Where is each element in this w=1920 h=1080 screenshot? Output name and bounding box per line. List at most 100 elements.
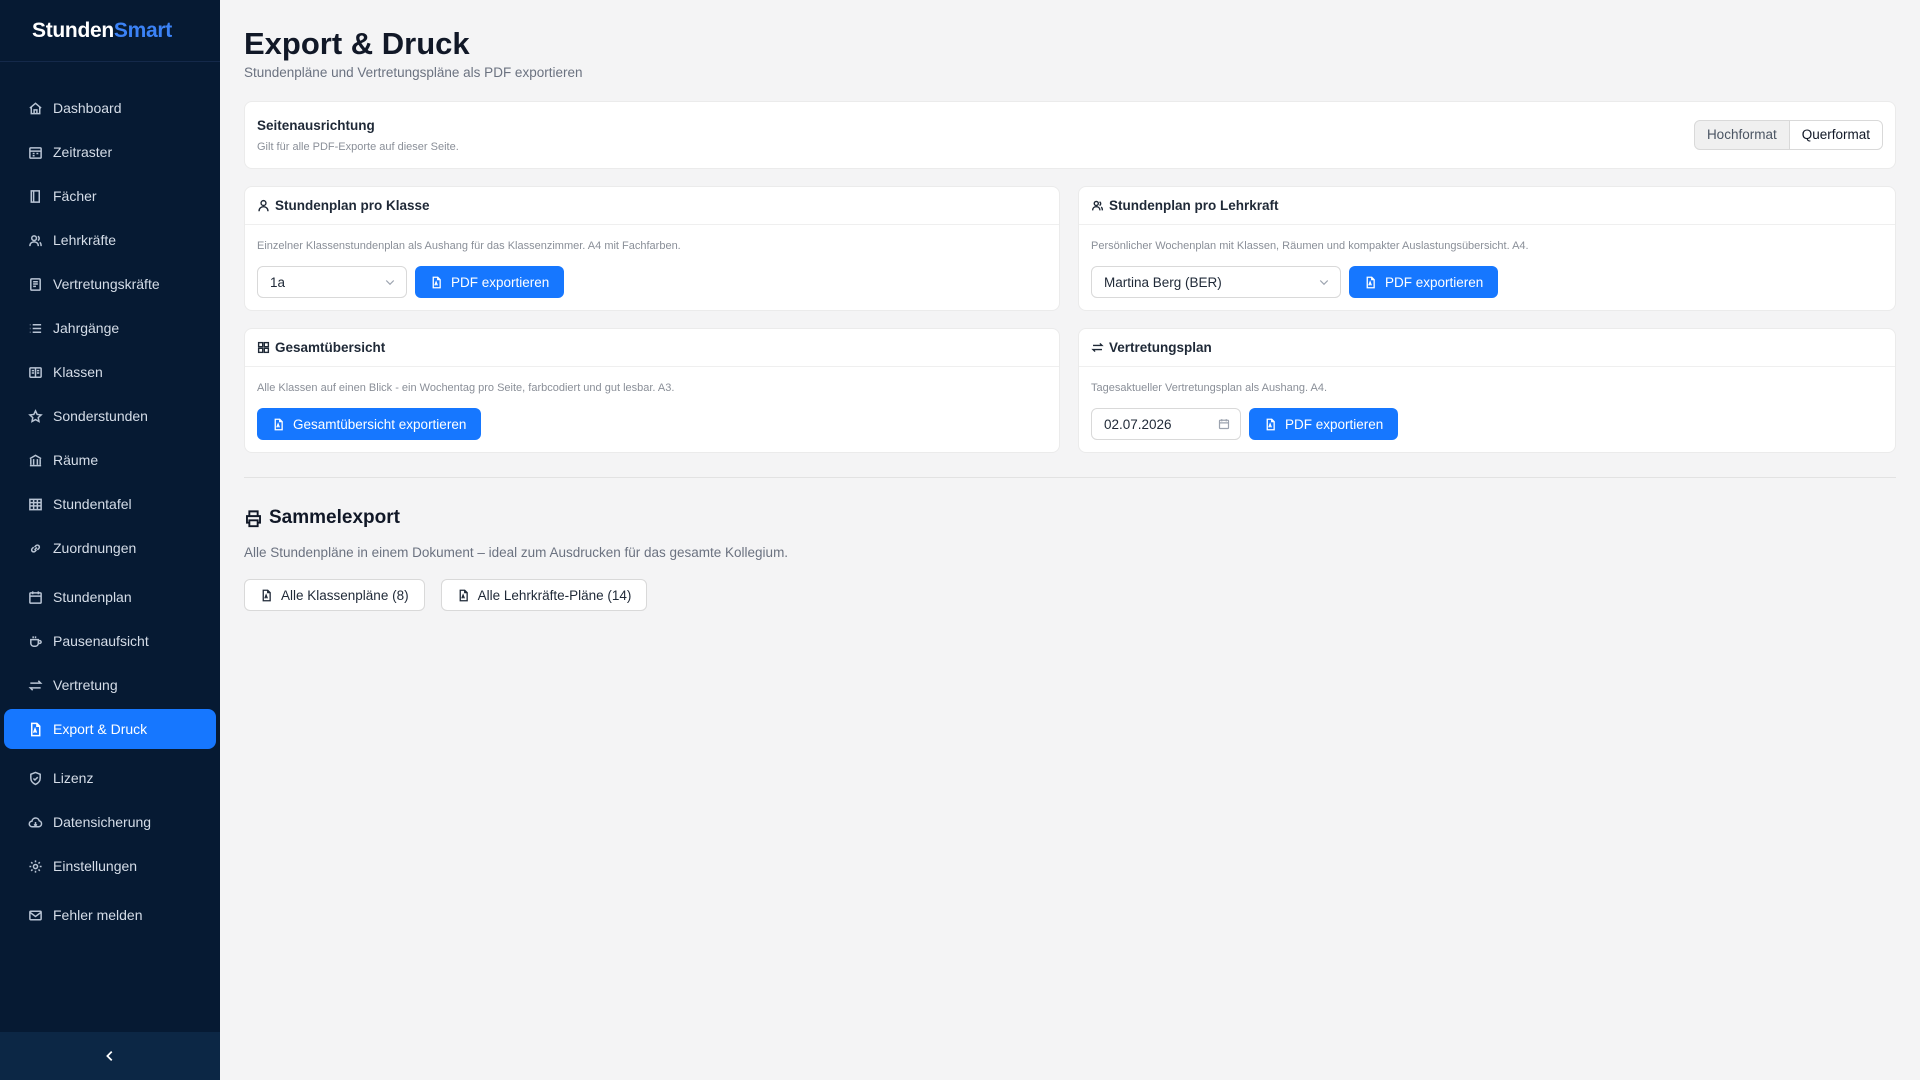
sidebar-item-label: Datensicherung — [53, 814, 152, 830]
sidebar-item-label: Sonderstunden — [53, 408, 148, 424]
card-title: Gesamtübersicht — [275, 340, 386, 355]
button-label: Alle Lehrkräfte-Pläne (14) — [477, 587, 632, 603]
button-label: PDF exportieren — [1385, 274, 1484, 290]
card-controls: Martina Berg (BER) PDF exportieren — [1091, 266, 1499, 298]
sidebar-item-einstellungen[interactable]: Einstellungen — [4, 846, 216, 886]
brand-name-part2: Smart — [113, 18, 172, 42]
sidebar-item-fehler-melden[interactable]: Fehler melden — [4, 895, 216, 935]
calendar-grid-icon — [29, 146, 42, 159]
swap-icon — [1091, 342, 1104, 353]
sidebar-item-vertretungskraefte[interactable]: Vertretungskräfte — [4, 264, 216, 304]
sidebar-item-stundentafel[interactable]: Stundentafel — [4, 484, 216, 524]
id-card-icon — [30, 277, 41, 291]
sidebar-item-sonderstunden[interactable]: Sonderstunden — [4, 396, 216, 436]
sidebar-collapse-button[interactable] — [0, 1032, 220, 1080]
sidebar-item-vertretung[interactable]: Vertretung — [4, 665, 216, 705]
orientation-description: Gilt für alle PDF-Exporte auf dieser Sei… — [257, 141, 459, 153]
export-all-class-plans-button[interactable]: Alle Klassenpläne (8) — [244, 579, 425, 611]
export-all-teacher-plans-button[interactable]: Alle Lehrkräfte-Pläne (14) — [440, 579, 648, 611]
sidebar-item-export-druck[interactable]: Export & Druck — [4, 709, 216, 749]
teacher-pdf-export-button[interactable]: PDF exportieren — [1349, 266, 1499, 298]
sidebar-item-lizenz[interactable]: Lizenz — [4, 758, 216, 798]
users-icon — [1091, 200, 1104, 211]
chevron-down-icon — [385, 280, 395, 286]
page-subtitle: Stundenpläne und Vertretungspläne als PD… — [244, 65, 583, 80]
sidebar-item-faecher[interactable]: Fächer — [4, 176, 216, 216]
table-icon — [29, 498, 42, 510]
grid-icon — [257, 341, 270, 354]
sidebar-item-label: Export & Druck — [53, 721, 148, 737]
card-header: Vertretungsplan — [1079, 329, 1895, 367]
sidebar-item-datensicherung[interactable]: Datensicherung — [4, 802, 216, 842]
calendar-icon — [29, 590, 42, 604]
sidebar-item-label: Zuordnungen — [53, 540, 137, 556]
button-label: Alle Klassenpläne (8) — [281, 587, 409, 603]
class-select-value: 1a — [270, 274, 286, 290]
sidebar-item-label: Lehrkräfte — [53, 232, 117, 248]
page-title: Export & Druck — [244, 26, 470, 61]
cloud-icon — [28, 816, 43, 827]
card-title: Vertretungsplan — [1109, 340, 1212, 355]
sidebar-item-klassen[interactable]: Klassen — [4, 352, 216, 392]
card-description: Tagesaktueller Vertretungsplan als Ausha… — [1091, 382, 1328, 394]
app-logo[interactable]: Stunden Smart — [0, 0, 220, 62]
card-description: Persönlicher Wochenplan mit Klassen, Räu… — [1091, 240, 1529, 252]
card-description: Einzelner Klassenstundenplan als Aushang… — [257, 240, 681, 252]
sidebar: Stunden Smart Dashboard Zeitraster Fächer… — [0, 0, 220, 1080]
chevron-down-icon — [1319, 280, 1329, 286]
sidebar-item-jahrgaenge[interactable]: Jahrgänge — [4, 308, 216, 348]
date-picker[interactable]: 02.07.2026 — [1091, 408, 1241, 440]
mail-icon — [29, 910, 42, 920]
substitution-pdf-export-button[interactable]: PDF exportieren — [1249, 408, 1399, 440]
sidebar-item-raeume[interactable]: Räume — [4, 440, 216, 480]
class-pdf-export-button[interactable]: PDF exportieren — [415, 266, 565, 298]
calendar-icon — [1218, 419, 1230, 430]
card-description: Alle Klassen auf einen Blick - ein Woche… — [257, 382, 675, 394]
sidebar-item-label: Vertretungskräfte — [53, 276, 160, 292]
orientation-option-hochformat[interactable]: Hochformat — [1695, 121, 1789, 149]
pdf-file-icon — [1366, 276, 1375, 288]
bank-icon — [29, 453, 42, 466]
sidebar-item-pausenaufsicht[interactable]: Pausenaufsicht — [4, 621, 216, 661]
substitution-plan-card: Vertretungsplan Tagesaktueller Vertretun… — [1078, 328, 1896, 453]
sidebar-item-label: Dashboard — [53, 100, 122, 116]
shield-icon — [30, 771, 41, 785]
teacher-select[interactable]: Martina Berg (BER) — [1091, 266, 1341, 298]
sidebar-item-label: Jahrgänge — [53, 320, 120, 336]
sidebar-item-stundenplan[interactable]: Stundenplan — [4, 577, 216, 617]
orientation-toggle: Hochformat Querformat — [1693, 120, 1883, 150]
sidebar-item-label: Stundenplan — [53, 589, 132, 605]
orientation-title: Seitenausrichtung — [257, 118, 375, 133]
overview-export-button[interactable]: Gesamtübersicht exportieren — [257, 408, 482, 440]
orientation-option-querformat[interactable]: Querformat — [1788, 121, 1882, 149]
button-label: Gesamtübersicht exportieren — [293, 416, 467, 432]
sidebar-item-lehrkraefte[interactable]: Lehrkräfte — [4, 220, 216, 260]
pdf-file-icon — [31, 722, 41, 736]
sidebar-item-label: Klassen — [53, 364, 103, 380]
batch-export-buttons: Alle Klassenpläne (8) Alle Lehrkräfte-Pl… — [244, 579, 648, 611]
sidebar-item-dashboard[interactable]: Dashboard — [4, 88, 216, 128]
sidebar-item-label: Stundentafel — [53, 496, 132, 512]
open-book-icon — [29, 366, 42, 378]
printer-icon — [246, 509, 261, 527]
sidebar-item-label: Fehler melden — [53, 907, 143, 923]
pdf-file-icon — [432, 276, 441, 288]
sidebar-item-zuordnungen[interactable]: Zuordnungen — [4, 528, 216, 568]
card-title: Stundenplan pro Lehrkraft — [1109, 198, 1279, 213]
swap-icon — [28, 679, 43, 691]
sidebar-item-label: Lizenz — [53, 770, 94, 786]
class-select[interactable]: 1a — [257, 266, 407, 298]
card-controls: 1a PDF exportieren — [257, 266, 565, 298]
pdf-file-icon — [459, 589, 468, 601]
card-header: Stundenplan pro Lehrkraft — [1079, 187, 1895, 225]
teacher-timetable-card: Stundenplan pro Lehrkraft Persönlicher W… — [1078, 186, 1896, 311]
sidebar-item-zeitraster[interactable]: Zeitraster — [4, 132, 216, 172]
sidebar-item-label: Räume — [53, 452, 99, 468]
user-icon — [258, 199, 269, 212]
sidebar-item-label: Pausenaufsicht — [53, 633, 149, 649]
gear-icon — [29, 859, 42, 873]
pdf-file-icon — [274, 418, 283, 430]
card-header: Stundenplan pro Klasse — [245, 187, 1059, 225]
sidebar-item-label: Vertretung — [53, 677, 118, 693]
book-icon — [30, 189, 40, 203]
